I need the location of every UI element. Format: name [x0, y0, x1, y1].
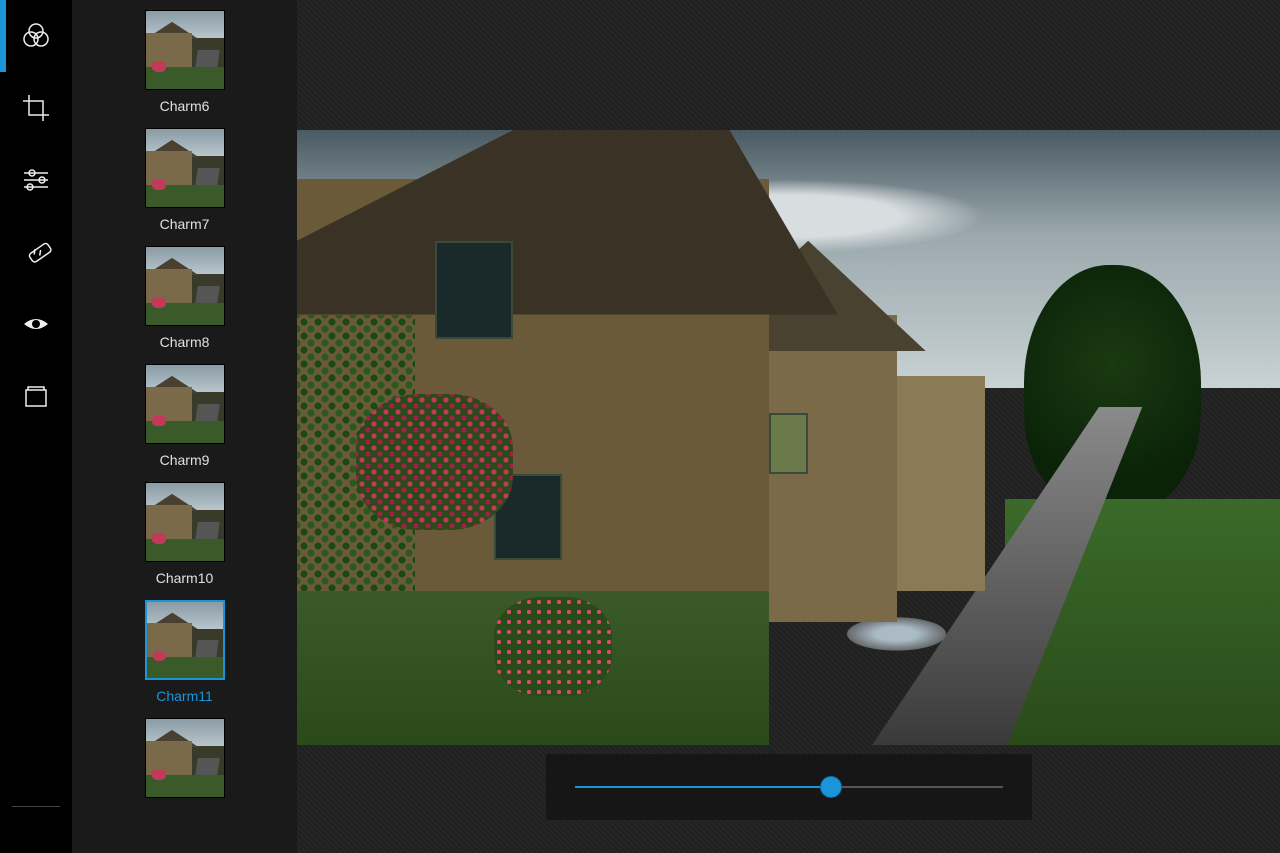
filter-thumb	[145, 482, 225, 562]
filter-item-charm11[interactable]: Charm11	[145, 600, 225, 704]
rail-crop[interactable]	[0, 72, 72, 144]
rail-divider	[12, 806, 60, 807]
rail-adjust[interactable]	[0, 144, 72, 216]
filters-icon	[20, 20, 52, 52]
filter-label: Charm9	[160, 452, 210, 468]
filter-item-charm10[interactable]: Charm10	[145, 482, 225, 586]
rail-heal[interactable]	[0, 216, 72, 288]
redeye-icon	[20, 308, 52, 340]
adjust-icon	[20, 164, 52, 196]
filter-item-charm7[interactable]: Charm7	[145, 128, 225, 232]
tool-rail	[0, 0, 72, 853]
canvas-area	[297, 0, 1280, 853]
filter-item-charm6[interactable]: Charm6	[145, 10, 225, 114]
filter-thumb	[145, 246, 225, 326]
slider-fill	[575, 786, 832, 788]
slider-thumb[interactable]	[820, 776, 842, 798]
crop-icon	[20, 92, 52, 124]
filter-label: Charm7	[160, 216, 210, 232]
filter-thumb	[145, 718, 225, 798]
filter-label: Charm10	[156, 570, 214, 586]
image-preview[interactable]	[297, 130, 1280, 745]
filter-label: Charm6	[160, 98, 210, 114]
settings-icon	[21, 813, 51, 843]
filter-label: Charm8	[160, 334, 210, 350]
frames-icon	[20, 380, 52, 412]
filter-thumb	[145, 600, 225, 680]
slider-track	[575, 786, 1003, 788]
filter-label: Charm11	[156, 688, 213, 704]
filter-thumb	[145, 10, 225, 90]
filter-item-charm9[interactable]: Charm9	[145, 364, 225, 468]
filter-item-charm8[interactable]: Charm8	[145, 246, 225, 350]
filter-thumb	[145, 364, 225, 444]
filter-item-next[interactable]	[145, 718, 225, 798]
filter-thumb	[145, 128, 225, 208]
rail-redeye[interactable]	[0, 288, 72, 360]
rail-frames[interactable]	[0, 360, 72, 432]
heal-icon	[20, 236, 52, 268]
filter-panel: Charm6 Charm7 Charm8 Charm9 Charm10	[72, 0, 297, 853]
intensity-slider[interactable]	[546, 754, 1032, 820]
rail-filters[interactable]	[0, 0, 72, 72]
rail-settings[interactable]	[0, 813, 72, 853]
